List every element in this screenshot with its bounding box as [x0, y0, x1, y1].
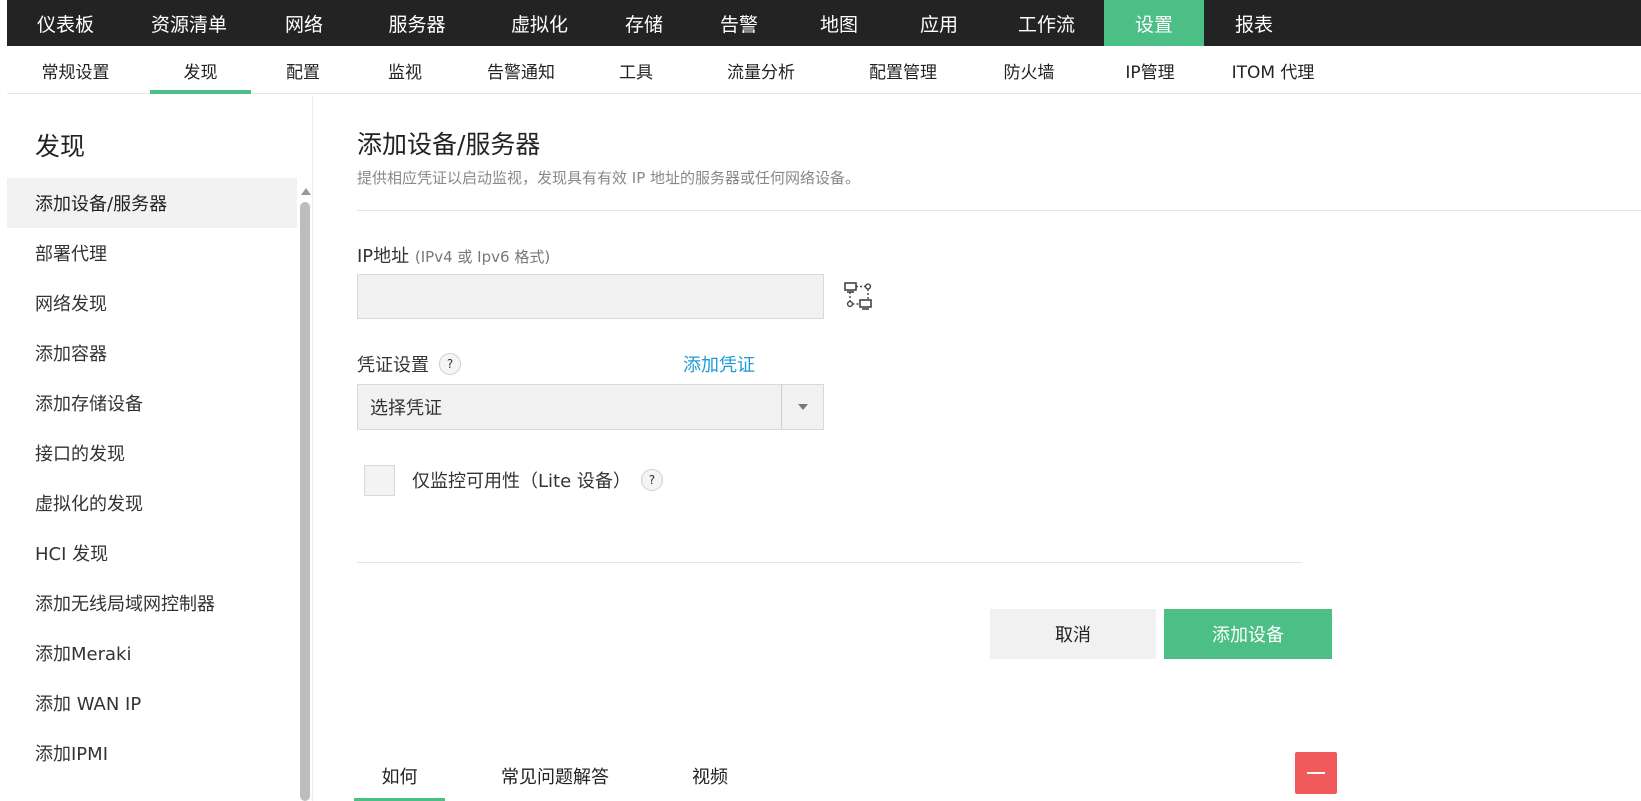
topnav-dashboard[interactable]: 仪表板 — [7, 0, 124, 46]
minus-bar — [1307, 772, 1325, 774]
topnav-storage[interactable]: 存储 — [599, 0, 689, 46]
sidebar-item-add-storage[interactable]: 添加存储设备 — [7, 378, 297, 428]
subnav-firewall[interactable]: 防火墙 — [979, 46, 1079, 94]
top-nav: 仪表板 资源清单 网络 服务器 虚拟化 存储 告警 地图 应用 工作流 设置 报… — [7, 0, 1641, 46]
sidebar-title: 发现 — [35, 132, 86, 161]
topnav-servers[interactable]: 服务器 — [354, 0, 480, 46]
lite-device-checkbox[interactable] — [364, 465, 395, 496]
select-separator — [781, 385, 782, 429]
subnav-discovery[interactable]: 发现 — [150, 46, 251, 94]
credential-select-value: 选择凭证 — [370, 398, 442, 419]
page-description: 提供相应凭证以启动监视，发现具有有效 IP 地址的服务器或任何网络设备。 — [357, 169, 861, 187]
subnav-notifications[interactable]: 告警通知 — [459, 46, 583, 94]
add-credential-link[interactable]: 添加凭证 — [683, 351, 755, 377]
subnav-config-management[interactable]: 配置管理 — [837, 46, 969, 94]
credential-select[interactable]: 选择凭证 — [357, 384, 824, 430]
sidebar-item-add-wan-ip[interactable]: 添加 WAN IP — [7, 678, 297, 728]
sidebar-item-interface-discovery[interactable]: 接口的发现 — [7, 428, 297, 478]
collapse-minus-icon[interactable] — [1295, 752, 1337, 794]
topnav-virtualization[interactable]: 虚拟化 — [480, 0, 599, 46]
subnav-general-settings[interactable]: 常规设置 — [7, 46, 144, 94]
scrollbar-thumb[interactable] — [300, 202, 310, 801]
topnav-apps[interactable]: 应用 — [889, 0, 989, 46]
window-left-edge — [0, 0, 7, 801]
sidebar-item-add-meraki[interactable]: 添加Meraki — [7, 628, 297, 678]
tab-faq[interactable]: 常见问题解答 — [493, 751, 617, 801]
topnav-settings[interactable]: 设置 — [1104, 0, 1204, 46]
divider — [357, 210, 1641, 211]
ip-address-input[interactable] — [357, 274, 824, 319]
lite-help-icon[interactable]: ? — [640, 469, 663, 491]
sidebar-item-virtualization-discovery[interactable]: 虚拟化的发现 — [7, 478, 297, 528]
subnav-ip-management[interactable]: IP管理 — [1095, 46, 1205, 94]
topnav-alarms[interactable]: 告警 — [689, 0, 789, 46]
main-content: 添加设备/服务器 提供相应凭证以启动监视，发现具有有效 IP 地址的服务器或任何… — [313, 95, 1641, 801]
topnav-reports[interactable]: 报表 — [1204, 0, 1304, 46]
lite-device-label-text: 仅监控可用性（Lite 设备） — [412, 471, 631, 492]
subnav-configuration[interactable]: 配置 — [255, 46, 351, 94]
topnav-maps[interactable]: 地图 — [789, 0, 889, 46]
credential-help-icon[interactable]: ? — [439, 353, 461, 375]
sidebar-item-deploy-agent[interactable]: 部署代理 — [7, 228, 297, 278]
sidebar-item-add-wlc[interactable]: 添加无线局域网控制器 — [7, 578, 297, 628]
ip-range-icon[interactable] — [843, 280, 875, 312]
sidebar: 发现 添加设备/服务器 部署代理 网络发现 添加容器 添加存储设备 接口的发现 … — [7, 95, 313, 801]
page-title: 添加设备/服务器 — [357, 130, 541, 159]
add-device-button[interactable]: 添加设备 — [1164, 609, 1332, 659]
subnav-itom-agent[interactable]: ITOM 代理 — [1213, 46, 1333, 94]
sidebar-item-add-device[interactable]: 添加设备/服务器 — [7, 178, 297, 228]
subnav-flow-analysis[interactable]: 流量分析 — [695, 46, 827, 94]
sidebar-item-add-ipmi[interactable]: 添加IPMI — [7, 728, 297, 778]
subnav-monitoring[interactable]: 监视 — [357, 46, 453, 94]
subnav-tools[interactable]: 工具 — [593, 46, 679, 94]
tab-how-to[interactable]: 如何 — [354, 751, 445, 801]
scroll-up-arrow-icon[interactable] — [301, 188, 311, 195]
credential-settings-label: 凭证设置 ? — [357, 351, 461, 377]
sidebar-item-hci-discovery[interactable]: HCI 发现 — [7, 528, 297, 578]
topnav-inventory[interactable]: 资源清单 — [124, 0, 254, 46]
divider — [357, 562, 1302, 563]
sidebar-item-network-discovery[interactable]: 网络发现 — [7, 278, 297, 328]
ip-address-label-text: IP地址 — [357, 246, 410, 267]
sub-nav: 常规设置 发现 配置 监视 告警通知 工具 流量分析 配置管理 防火墙 IP管理… — [7, 46, 1641, 94]
lite-device-label: 仅监控可用性（Lite 设备） ? — [412, 467, 663, 493]
topnav-network[interactable]: 网络 — [254, 0, 354, 46]
topnav-workflow[interactable]: 工作流 — [989, 0, 1104, 46]
sidebar-item-add-container[interactable]: 添加容器 — [7, 328, 297, 378]
tab-videos[interactable]: 视频 — [675, 751, 745, 801]
sidebar-scrollbar[interactable] — [300, 188, 311, 801]
ip-format-hint: (IPv4 或 Ipv6 格式) — [414, 248, 551, 266]
cancel-button[interactable]: 取消 — [990, 609, 1156, 659]
chevron-down-icon[interactable] — [798, 404, 808, 410]
credential-settings-label-text: 凭证设置 — [357, 355, 429, 376]
ip-address-label: IP地址 (IPv4 或 Ipv6 格式) — [357, 242, 550, 268]
